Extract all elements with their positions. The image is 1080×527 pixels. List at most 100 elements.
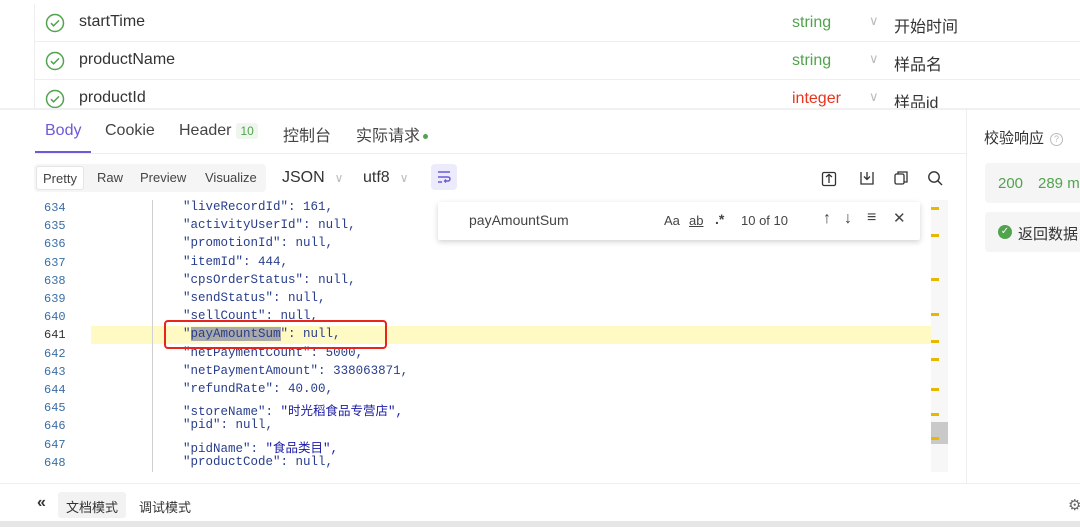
param-name: productId bbox=[79, 89, 146, 106]
line-number: 640 bbox=[44, 310, 66, 325]
doc-mode-button[interactable]: 文档模式 bbox=[58, 492, 127, 518]
chevron-down-icon[interactable]: ∨ bbox=[869, 51, 879, 67]
search-icon[interactable] bbox=[926, 169, 944, 187]
tab-actual-request[interactable]: 实际请求 bbox=[356, 122, 429, 146]
view-pretty[interactable]: Pretty bbox=[36, 166, 84, 190]
status-dot-icon bbox=[423, 134, 429, 140]
scroll-marker bbox=[931, 358, 939, 361]
scroll-marker bbox=[931, 388, 939, 391]
json-key: pid bbox=[190, 418, 214, 433]
panel-divider bbox=[966, 108, 967, 483]
collapse-all-icon[interactable] bbox=[820, 170, 838, 188]
code-text: "refundRate": 40.00, bbox=[183, 382, 334, 396]
scroll-marker bbox=[931, 413, 939, 416]
scroll-marker bbox=[931, 207, 939, 210]
line-number: 642 bbox=[44, 346, 66, 361]
json-key: pidName bbox=[190, 441, 244, 456]
scrollbar-thumb[interactable] bbox=[931, 422, 948, 444]
close-icon[interactable]: ✕ bbox=[893, 209, 906, 227]
json-value: "时光稻食品专营店", bbox=[280, 405, 404, 420]
line-number: 639 bbox=[44, 292, 66, 306]
view-raw[interactable]: Raw bbox=[97, 170, 123, 185]
param-description[interactable]: 样品名 bbox=[894, 51, 942, 75]
format-select[interactable]: JSON ∨ bbox=[282, 169, 343, 187]
find-in-selection-icon[interactable]: ≡ bbox=[867, 209, 876, 227]
return-data-box[interactable]: ✓ 返回数据 bbox=[985, 212, 1080, 252]
line-number: 646 bbox=[44, 419, 66, 434]
find-input[interactable]: payAmountSum bbox=[469, 212, 569, 228]
line-number: 648 bbox=[44, 455, 66, 470]
code-text: "sendStatus": null, bbox=[183, 291, 326, 305]
json-value: null, bbox=[288, 291, 326, 305]
bottom-divider bbox=[0, 483, 1080, 484]
json-key: activityUserId bbox=[190, 218, 296, 233]
view-preview[interactable]: Preview bbox=[140, 170, 186, 185]
code-line: 648 "productCode": null, bbox=[0, 455, 918, 472]
check-circle-icon[interactable] bbox=[45, 13, 65, 33]
chevron-down-icon: ∨ bbox=[399, 171, 409, 185]
status-code: 200 bbox=[998, 175, 1024, 192]
tab-actual-request-label: 实际请求 bbox=[356, 128, 421, 145]
encoding-select[interactable]: utf8 ∨ bbox=[363, 169, 408, 187]
check-circle-icon[interactable] bbox=[45, 89, 65, 109]
help-icon[interactable]: ? bbox=[1050, 132, 1064, 146]
chevron-down-icon: ∨ bbox=[334, 171, 344, 185]
line-number: 645 bbox=[44, 401, 66, 416]
param-type[interactable]: integer bbox=[792, 90, 841, 108]
find-widget: payAmountSum Aa ab .* 10 of 10 ↑ ↓ ≡ ✕ bbox=[438, 202, 920, 240]
divider bbox=[0, 108, 1080, 110]
tab-header[interactable]: Header 10 bbox=[179, 122, 258, 140]
copy-icon[interactable] bbox=[892, 169, 910, 187]
param-type[interactable]: string bbox=[792, 52, 831, 70]
download-icon[interactable] bbox=[858, 169, 876, 187]
wrap-lines-button[interactable] bbox=[431, 164, 457, 190]
regex-toggle[interactable]: .* bbox=[715, 211, 724, 227]
param-type[interactable]: string bbox=[792, 14, 831, 32]
line-number: 636 bbox=[44, 237, 66, 252]
match-case-toggle[interactable]: Aa bbox=[664, 213, 680, 228]
code-line: 643 "netPaymentAmount": 338063871, bbox=[0, 364, 918, 382]
encoding-select-value: utf8 bbox=[363, 169, 390, 186]
line-number: 635 bbox=[44, 219, 66, 234]
json-key: cpsOrderStatus bbox=[190, 272, 296, 287]
tab-header-label: Header bbox=[179, 122, 232, 139]
code-text: "netPaymentAmount": 338063871, bbox=[183, 363, 409, 378]
tab-body[interactable]: Body bbox=[45, 122, 81, 140]
code-line: 639 "sendStatus": null, bbox=[0, 291, 918, 309]
response-time: 289 m bbox=[1038, 175, 1080, 192]
param-name: startTime bbox=[79, 13, 146, 30]
param-description[interactable]: 开始时间 bbox=[894, 13, 958, 37]
code-editor[interactable]: 634 "liveRecordId": 161, 635 "activityUserI… bbox=[0, 200, 948, 472]
check-circle-icon[interactable] bbox=[45, 51, 65, 71]
arrow-up-icon[interactable]: ↑ bbox=[823, 210, 831, 228]
json-key: sendStatus bbox=[190, 291, 266, 305]
tab-cookie[interactable]: Cookie bbox=[105, 122, 155, 140]
tab-console[interactable]: 控制台 bbox=[283, 122, 331, 146]
code-text: "liveRecordId": 161, bbox=[183, 200, 334, 214]
json-value: null, bbox=[295, 454, 334, 469]
json-value: 40.00, bbox=[288, 382, 334, 396]
json-value: null, bbox=[318, 272, 356, 287]
arrow-down-icon[interactable]: ↓ bbox=[844, 210, 852, 228]
json-value: 444, bbox=[258, 254, 289, 269]
whole-word-toggle[interactable]: ab bbox=[689, 213, 703, 228]
code-text: "activityUserId": null, bbox=[183, 218, 356, 233]
line-number: 638 bbox=[44, 273, 66, 288]
json-value: null, bbox=[318, 218, 356, 233]
debug-mode-button[interactable]: 调试模式 bbox=[139, 497, 191, 516]
validate-response-title: 校验响应? bbox=[984, 127, 1064, 148]
code-line: 645 "storeName": "时光稻食品专营店", bbox=[0, 400, 918, 420]
json-key: netPaymentAmount bbox=[190, 363, 311, 378]
collapse-sidebar-icon[interactable]: « bbox=[37, 494, 46, 512]
code-line: 642 "netPaymentCount": 5000, bbox=[0, 346, 918, 364]
json-value: null, bbox=[235, 418, 274, 433]
chevron-down-icon[interactable]: ∨ bbox=[869, 13, 879, 29]
json-key: promotionId bbox=[190, 236, 274, 251]
code-line: 644 "refundRate": 40.00, bbox=[0, 382, 918, 400]
view-visualize[interactable]: Visualize bbox=[205, 170, 257, 185]
match-count: 10 of 10 bbox=[741, 213, 788, 228]
chevron-down-icon[interactable]: ∨ bbox=[869, 89, 879, 105]
line-number: 641 bbox=[44, 328, 66, 343]
settings-icon[interactable]: ⚙ bbox=[1068, 496, 1080, 514]
header-count-badge: 10 bbox=[236, 123, 258, 139]
